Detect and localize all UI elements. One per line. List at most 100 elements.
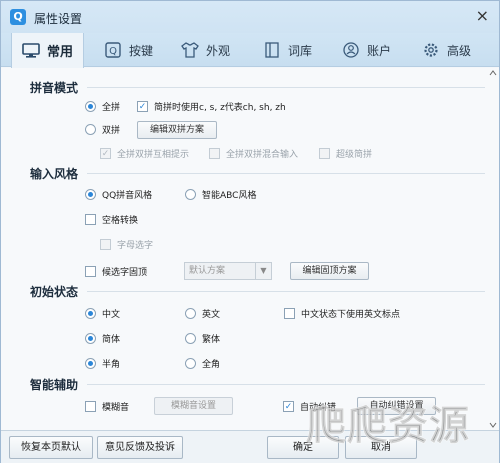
checkbox-icon [85,266,96,277]
radio-unselected-icon [185,308,196,319]
tab-account[interactable]: 账户 [342,33,391,67]
tab-appearance[interactable]: 外观 [181,33,230,67]
checkbox-icon [284,308,295,319]
tab-keys[interactable]: Q 按键 [104,33,153,67]
radio-unselected-icon [185,333,196,344]
chevron-down-icon: ▼ [255,263,271,279]
close-button[interactable]: × [476,7,489,25]
option-label: 全拼双拼互相提示 [117,150,190,160]
tab-label: 高级 [447,43,472,58]
checkbox-double-mixed[interactable]: 全拼双拼混合输入 [209,147,298,160]
edit-double-pinyin-button[interactable]: 编辑双拼方案 [137,121,217,139]
divider [87,384,485,385]
tab-advanced[interactable]: 高级 [422,33,471,67]
section-title-smart-assist: 智能辅助 [30,378,79,392]
title-bar: Q 属性设置 × [1,1,499,33]
window-title: 属性设置 [34,12,83,26]
tab-common[interactable]: 常用 [11,33,85,68]
scrollbar[interactable] [489,69,497,429]
option-label: 半角 [102,360,121,370]
tab-bar: 常用 Q 按键 外观 词库 账户 高级 [1,33,499,68]
tab-label: 外观 [206,43,231,58]
pin-scheme-select[interactable]: 默认方案 ▼ [184,262,272,280]
feedback-button[interactable]: 意见反馈及投诉 [97,436,183,459]
option-label: 超级简拼 [336,150,373,160]
user-icon [342,42,360,58]
divider [87,87,485,88]
gear-icon [422,42,440,58]
checkbox-jianpin[interactable]: ✓ 简拼时使用c, s, z代表ch, sh, zh [137,100,286,113]
option-label: 简体 [102,335,121,345]
checkbox-icon [319,148,330,159]
radio-chinese[interactable]: 中文 [85,307,120,320]
checkbox-double-hint[interactable]: ✓ 全拼双拼互相提示 [100,147,189,160]
radio-selected-icon [85,333,96,344]
checkbox-candidate-pin[interactable]: 候选字固顶 [85,265,147,278]
tab-label: 账户 [367,43,392,58]
tab-label: 词库 [288,43,313,58]
radio-half-width[interactable]: 半角 [85,357,120,370]
option-label: 空格转换 [102,216,139,226]
option-label: 中文状态下使用英文标点 [301,310,401,320]
option-label: 智能ABC风格 [202,191,257,201]
radio-unselected-icon [185,189,196,200]
radio-abc-style[interactable]: 智能ABC风格 [185,188,256,201]
radio-selected-icon [85,189,96,200]
checkmark-icon: ✓ [100,148,111,159]
svg-text:Q: Q [109,46,117,57]
radio-double-pinyin[interactable]: 双拼 [85,123,120,136]
divider [87,173,485,174]
radio-selected-icon [85,308,96,319]
settings-content: 拼音模式 全拼 ✓ 简拼时使用c, s, z代表ch, sh, zh 双拼 编辑… [1,68,499,430]
option-label: 字母选字 [117,241,154,251]
checkbox-super-jianpin[interactable]: 超级简拼 [319,147,372,160]
radio-qq-style[interactable]: QQ拼音风格 [85,188,152,201]
checkmark-icon: ✓ [283,401,294,412]
radio-traditional[interactable]: 繁体 [185,332,220,345]
checkbox-icon [100,239,111,250]
radio-full-pinyin[interactable]: 全拼 [85,100,120,113]
radio-unselected-icon [185,358,196,369]
option-label: 中文 [102,310,121,320]
qq-pinyin-logo-icon: Q [10,9,26,25]
option-label: 全拼双拼混合输入 [226,150,299,160]
tab-label: 常用 [47,45,74,60]
watermark: 爬爬资源 [306,403,470,450]
key-icon: Q [104,42,122,58]
option-label: 全角 [202,360,221,370]
checkbox-icon [85,401,96,412]
option-label: 双拼 [102,126,121,136]
option-label: 全拼 [102,103,121,113]
radio-full-width[interactable]: 全角 [185,357,220,370]
radio-simplified[interactable]: 简体 [85,332,120,345]
option-label: 模糊音 [102,403,130,413]
section-title-input-style: 输入风格 [30,167,79,181]
restore-defaults-button[interactable]: 恢复本页默认 [9,436,93,459]
radio-english[interactable]: 英文 [185,307,220,320]
radio-selected-icon [85,358,96,369]
option-label: 繁体 [202,335,221,345]
shirt-icon [181,42,199,58]
book-icon [263,42,281,58]
checkbox-cn-en-punct[interactable]: 中文状态下使用英文标点 [284,307,400,320]
checkbox-icon [85,214,96,225]
tab-lexicon[interactable]: 词库 [263,33,312,67]
select-value: 默认方案 [189,266,226,276]
settings-window: Q 属性设置 × 常用 Q 按键 外观 词库 账户 高级 拼音模式 全拼 ✓ 简… [0,0,500,463]
section-title-pinyin-mode: 拼音模式 [30,81,79,95]
option-label: 简拼时使用c, s, z代表ch, sh, zh [154,103,286,113]
divider [87,291,485,292]
option-label: 候选字固顶 [102,268,148,278]
option-label: QQ拼音风格 [102,191,153,201]
radio-selected-icon [85,101,96,112]
edit-pin-scheme-button[interactable]: 编辑固顶方案 [290,262,369,280]
checkbox-icon [209,148,220,159]
checkmark-icon: ✓ [137,101,148,112]
monitor-icon [22,42,40,59]
option-label: 英文 [202,310,221,320]
checkbox-fuzzy[interactable]: 模糊音 [85,400,129,413]
checkbox-space-convert[interactable]: 空格转换 [85,213,138,226]
checkbox-letter-select[interactable]: 字母选字 [100,238,153,251]
section-title-initial-state: 初始状态 [30,285,79,299]
fuzzy-settings-button[interactable]: 模糊音设置 [154,397,233,415]
